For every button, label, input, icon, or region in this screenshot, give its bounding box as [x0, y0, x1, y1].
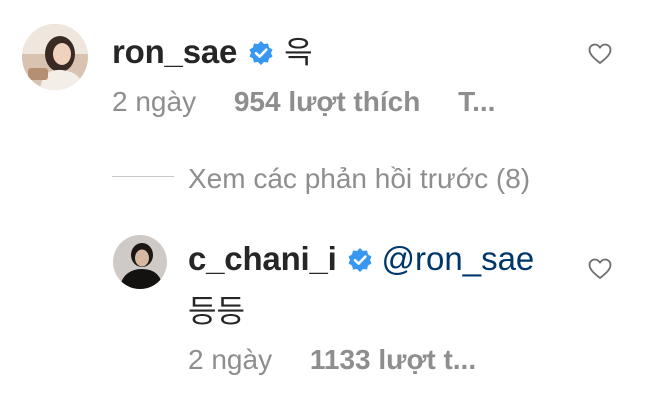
verified-badge-icon — [248, 40, 274, 71]
heart-outline-icon[interactable] — [588, 258, 612, 280]
reply-mention-link[interactable]: @ron_sae — [382, 240, 535, 277]
comment-meta: 2 ngày 954 lượt thích T... — [112, 86, 495, 118]
verified-badge-icon — [347, 247, 373, 278]
avatar-ron-sae[interactable] — [22, 24, 88, 90]
comment-reply-button[interactable]: T... — [458, 86, 495, 117]
reply-header: c_chani_i @ron_sae — [188, 240, 534, 278]
comment-likes[interactable]: 954 lượt thích — [234, 86, 420, 117]
reply-text: 등등 — [188, 294, 246, 330]
reply-meta: 2 ngày 1133 lượt t... — [188, 344, 476, 376]
heart-outline-icon[interactable] — [588, 43, 612, 65]
reply-time: 2 ngày — [188, 344, 273, 375]
comment-header: ron_sae 윽 — [112, 27, 313, 72]
comment-time: 2 ngày — [112, 86, 197, 117]
avatar-c-chani-i[interactable] — [113, 235, 167, 289]
view-previous-replies-button[interactable]: Xem các phản hồi trước (8) — [188, 163, 530, 195]
comment-username[interactable]: ron_sae — [112, 33, 237, 70]
comment-text: 윽 — [284, 35, 313, 71]
replies-divider — [112, 176, 174, 177]
reply-likes[interactable]: 1133 lượt t... — [310, 344, 476, 375]
reply-username[interactable]: c_chani_i — [188, 240, 337, 277]
